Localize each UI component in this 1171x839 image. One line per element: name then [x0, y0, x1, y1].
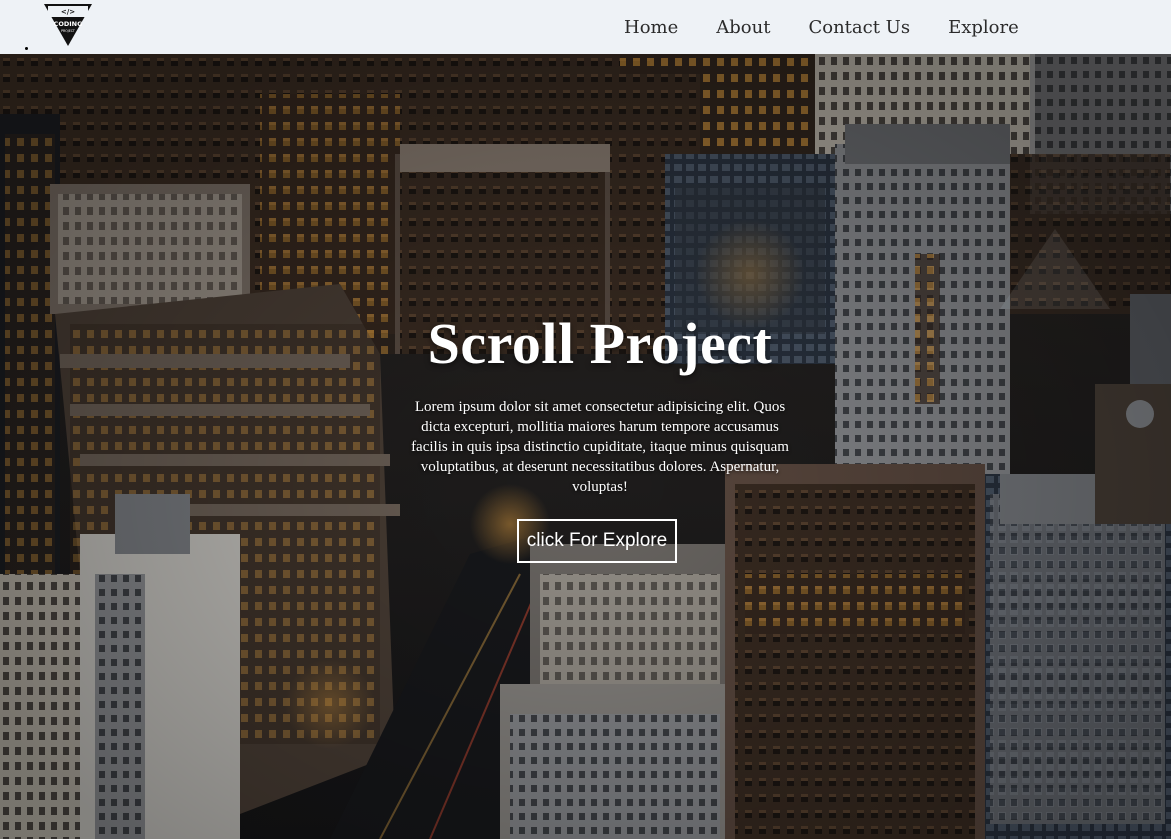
nav-link-contact-us[interactable]: Contact Us [808, 17, 910, 38]
logo-subtext: PROJECT [61, 29, 75, 33]
coding-project-logo-icon[interactable]: </> CODING PROJECT [42, 4, 94, 48]
logo-text: CODING [54, 20, 83, 28]
nav-link-home[interactable]: Home [624, 17, 678, 38]
navbar: </> CODING PROJECT Home About Contact Us… [0, 0, 1171, 54]
nav-link-explore[interactable]: Explore [948, 17, 1019, 38]
hero-content: Scroll Project Lorem ipsum dolor sit ame… [0, 54, 1171, 839]
explore-button[interactable]: click For Explore [517, 519, 677, 563]
hero-description: Lorem ipsum dolor sit amet consectetur a… [411, 399, 789, 495]
svg-text:</>: </> [61, 8, 75, 16]
hero-title: Scroll Project [427, 311, 773, 376]
hero-section: Scroll Project Lorem ipsum dolor sit ame… [0, 54, 1171, 839]
nav-links: Home About Contact Us Explore [624, 0, 1019, 54]
logo-dot [25, 47, 28, 50]
nav-link-about[interactable]: About [716, 17, 770, 38]
